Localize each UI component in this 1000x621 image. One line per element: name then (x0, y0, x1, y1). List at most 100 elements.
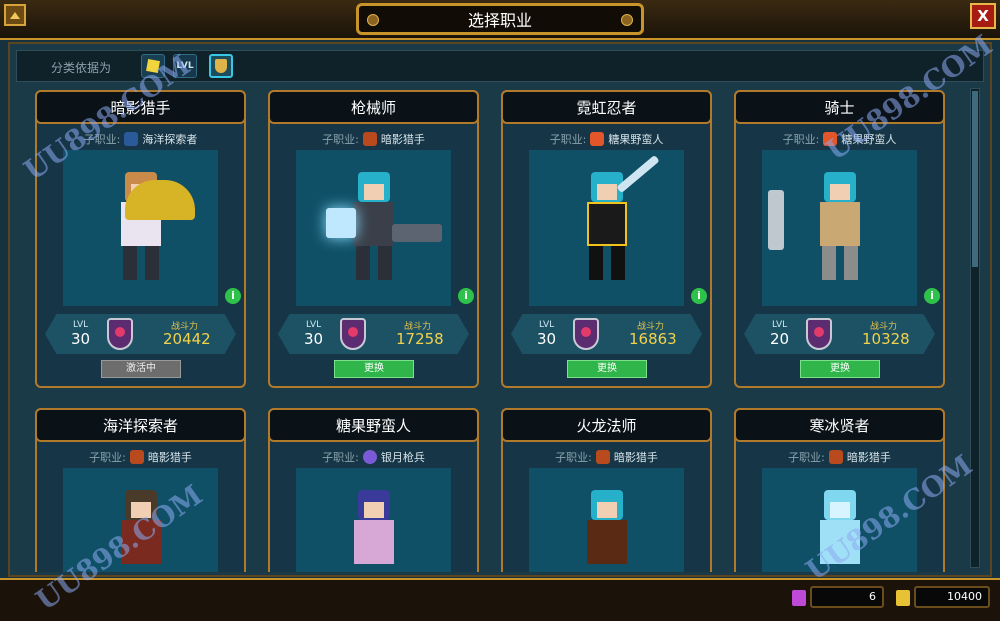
menu-button[interactable] (4, 4, 26, 26)
subclass-icon (124, 132, 139, 146)
card-header: 骑士 (734, 90, 945, 124)
subclass-value: 暗影猎手 (846, 451, 891, 464)
class-name: 火龙法师 (576, 416, 637, 435)
character-figure (579, 172, 635, 284)
subclass-row: 子职业: 暗影猎手 (503, 448, 710, 466)
subclass-icon (590, 132, 605, 146)
scrollbar-thumb[interactable] (972, 91, 978, 267)
card-header: 寒冰贤者 (734, 408, 945, 442)
gun-icon (392, 224, 442, 242)
subclass-row: 子职业: 暗影猎手 (736, 448, 943, 466)
subclass-value: 糖果野蛮人 (841, 133, 897, 146)
subclass-label: 子职业: (555, 451, 592, 464)
subclass-row: 子职业: 暗影猎手 (37, 448, 244, 466)
info-icon[interactable]: i (924, 288, 940, 304)
cubits-icon (792, 590, 806, 606)
class-card[interactable]: 暗影猎手 子职业: 海洋探索者 i LVL 30 战斗力 20442 激活中 (35, 90, 246, 388)
level-value: 30 (537, 330, 557, 348)
character-figure (812, 490, 868, 572)
subclass-icon (828, 450, 843, 464)
card-header: 糖果野蛮人 (268, 408, 479, 442)
character-figure (579, 490, 635, 572)
filter-bar: 分类依据为 LVL (16, 50, 984, 82)
class-name: 海洋探索者 (102, 416, 178, 435)
subclass-value: 银月枪兵 (380, 451, 425, 464)
info-icon[interactable]: i (691, 288, 707, 304)
card-header: 暗影猎手 (35, 90, 246, 124)
rank-shield-icon (806, 318, 832, 350)
level-label: LVL (73, 320, 89, 330)
class-portrait (762, 150, 917, 306)
class-portrait (63, 150, 218, 306)
stats-strip: LVL 30 战斗力 17258 (278, 314, 469, 354)
sort-by-level-button[interactable]: LVL (173, 54, 197, 78)
power-value: 20442 (163, 330, 211, 348)
filter-label: 分类依据为 (51, 61, 112, 75)
level-value: 20 (770, 330, 790, 348)
class-name: 骑士 (824, 98, 855, 117)
level-label: LVL (539, 320, 555, 330)
coin-icon (896, 590, 910, 606)
class-portrait (529, 468, 684, 572)
subclass-label: 子职业: (322, 451, 359, 464)
stats-strip: LVL 20 战斗力 10328 (744, 314, 935, 354)
subclass-label: 子职业: (322, 133, 359, 146)
power-value: 10328 (862, 330, 910, 348)
coins-amount: 10400 (914, 586, 990, 608)
subclass-label: 子职业: (549, 133, 587, 146)
subclass-value: 暗影猎手 (613, 451, 658, 464)
cubits-amount: 6 (810, 586, 884, 608)
change-class-button[interactable]: 更换 (567, 360, 647, 378)
class-card[interactable]: 海洋探索者 子职业: 暗影猎手 (35, 408, 246, 572)
change-class-button[interactable]: 更换 (800, 360, 880, 378)
scrollbar[interactable] (970, 88, 980, 568)
bolt-icon (621, 14, 633, 26)
change-class-button[interactable]: 更换 (334, 360, 414, 378)
subclass-value: 暗影猎手 (147, 451, 192, 464)
sort-by-cube-button[interactable] (141, 54, 165, 78)
title-plate: 选择职业 (356, 3, 644, 35)
sword-icon (768, 190, 784, 250)
info-icon[interactable]: i (225, 288, 241, 304)
subclass-value: 暗影猎手 (380, 133, 425, 146)
class-name: 寒冰贤者 (809, 416, 870, 435)
subclass-icon (362, 132, 377, 146)
close-button[interactable]: X (970, 3, 996, 29)
class-portrait (63, 468, 218, 572)
class-portrait (762, 468, 917, 572)
class-card[interactable]: 霓虹忍者 子职业: 糖果野蛮人 i LVL 30 战斗力 16863 更换 (501, 90, 712, 388)
card-header: 海洋探索者 (35, 408, 246, 442)
class-portrait (296, 150, 451, 306)
subclass-label: 子职业: (782, 133, 820, 146)
class-name: 糖果野蛮人 (335, 416, 411, 435)
level-label: LVL (306, 320, 322, 330)
class-portrait (296, 468, 451, 572)
class-card[interactable]: 火龙法师 子职业: 暗影猎手 (501, 408, 712, 572)
class-card[interactable]: 糖果野蛮人 子职业: 银月枪兵 (268, 408, 479, 572)
subclass-icon (129, 450, 144, 464)
card-header: 火龙法师 (501, 408, 712, 442)
class-portrait (529, 150, 684, 306)
title-bar: 选择职业 X (0, 0, 1000, 40)
subclass-row: 子职业: 银月枪兵 (270, 448, 477, 466)
window-frame: 选择职业 X 分类依据为 LVL 暗影猎手 子职业: 海洋探索者 i LVL 3… (0, 0, 1000, 621)
subclass-row: 子职业: 糖果野蛮人 (503, 130, 710, 148)
energy-orb-icon (326, 208, 356, 238)
class-card[interactable]: 骑士 子职业: 糖果野蛮人 i LVL 20 战斗力 10328 更换 (734, 90, 945, 388)
class-card[interactable]: 寒冰贤者 子职业: 暗影猎手 (734, 408, 945, 572)
character-figure (346, 490, 402, 572)
class-grid: 暗影猎手 子职业: 海洋探索者 i LVL 30 战斗力 20442 激活中 枪… (16, 88, 964, 572)
active-status-button: 激活中 (101, 360, 181, 378)
info-icon[interactable]: i (458, 288, 474, 304)
level-value: 30 (71, 330, 91, 348)
rank-shield-icon (340, 318, 366, 350)
currency-bar: 6 10400 (0, 578, 1000, 621)
sort-by-rank-button[interactable] (209, 54, 233, 78)
crossbow-icon (125, 180, 195, 220)
level-label: LVL (772, 320, 788, 330)
subclass-value: 糖果野蛮人 (608, 133, 664, 146)
class-card[interactable]: 枪械师 子职业: 暗影猎手 i LVL 30 战斗力 17258 更换 (268, 90, 479, 388)
power-value: 16863 (629, 330, 677, 348)
character-figure (113, 490, 169, 572)
rank-shield-icon (107, 318, 133, 350)
